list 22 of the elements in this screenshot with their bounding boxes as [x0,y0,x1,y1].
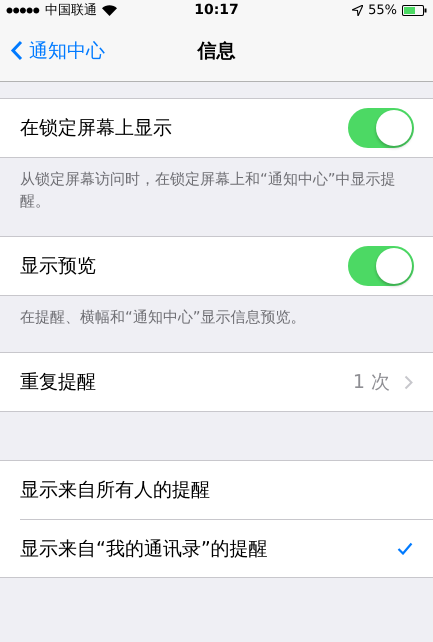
battery-icon [402,4,427,16]
signal-icon [6,6,40,14]
chevron-right-icon [404,374,413,390]
back-button[interactable]: 通知中心 [9,36,107,66]
location-icon [352,4,364,16]
status-time: 10:17 [194,2,239,18]
row-label: 重复提醒 [20,370,96,395]
checkmark-icon [397,542,413,555]
toggle-switch[interactable] [348,108,414,148]
row-label: 显示来自“我的通讯录”的提醒 [20,536,268,562]
wifi-icon [102,4,117,16]
page-title: 信息 [198,38,236,64]
row-label: 显示来自所有人的提醒 [20,478,210,503]
row-value: 1 次 [352,370,390,395]
carrier-name: 中国联通 [45,2,97,19]
row-label: 在锁定屏幕上显示 [20,116,172,141]
toggle-switch[interactable] [348,246,414,286]
section-footer: 从锁定屏幕访问时，在锁定屏幕上和“通知中心”中显示提醒。 [0,158,433,236]
section-footer: 在提醒、横幅和“通知中心”显示信息预览。 [0,296,433,352]
chevron-left-icon [11,40,23,61]
battery-percent: 55% [368,2,397,18]
row-label: 显示预览 [20,254,96,279]
